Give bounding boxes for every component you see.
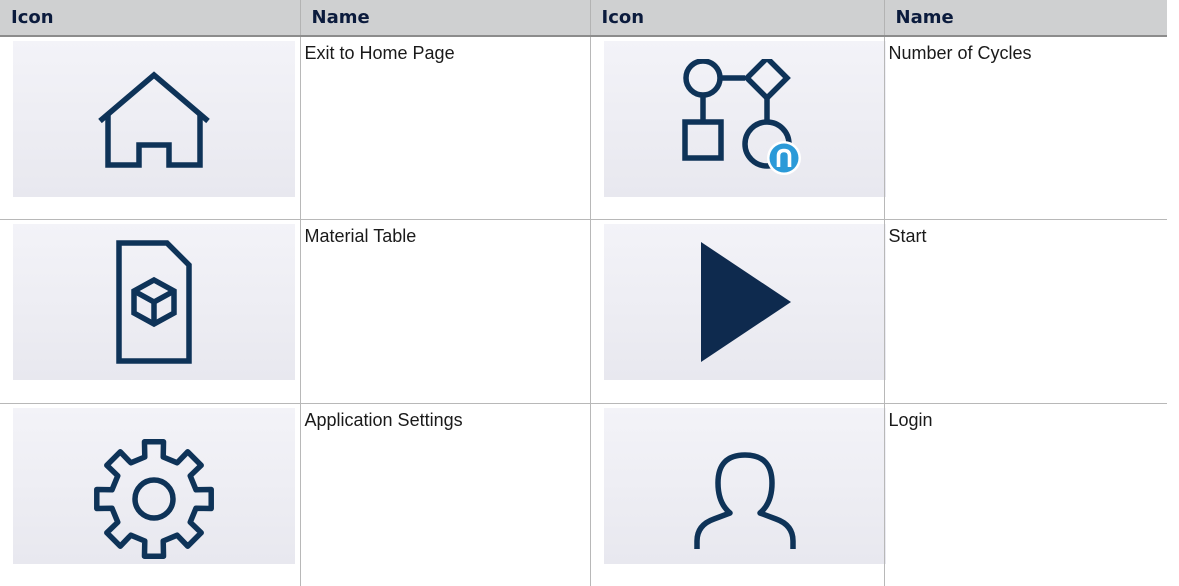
icon-name: Application Settings [300, 404, 590, 586]
header-icon: Icon [590, 0, 884, 36]
number-of-cycles-button[interactable] [604, 41, 886, 197]
material-table-button[interactable] [13, 224, 295, 380]
icon-cell [590, 36, 884, 220]
play-icon [695, 240, 795, 364]
icon-name: Number of Cycles [884, 36, 1167, 220]
header-name: Name [884, 0, 1167, 36]
login-button[interactable] [604, 408, 886, 564]
icon-name: Exit to Home Page [300, 36, 590, 220]
start-button[interactable] [604, 224, 886, 380]
icon-cell [590, 404, 884, 586]
icon-name: Start [884, 220, 1167, 404]
table-header-row: Icon Name Icon Name [0, 0, 1167, 36]
table-row: Application Settings Login [0, 404, 1167, 586]
icon-cell [0, 220, 300, 404]
icon-name: Login [884, 404, 1167, 586]
application-settings-button[interactable] [13, 408, 295, 564]
icon-cell [590, 220, 884, 404]
icon-reference-table: Icon Name Icon Name Exit to Home Page [0, 0, 1167, 586]
icon-cell [0, 36, 300, 220]
home-button[interactable] [13, 41, 295, 197]
user-icon [693, 451, 797, 551]
material-table-icon [114, 240, 194, 364]
icon-name: Material Table [300, 220, 590, 404]
home-icon [94, 69, 214, 169]
header-name: Name [300, 0, 590, 36]
table-row: Material Table Start [0, 220, 1167, 404]
table-row: Exit to Home Page [0, 36, 1167, 220]
gear-icon [90, 435, 218, 563]
number-of-cycles-icon [680, 59, 810, 179]
icon-cell [0, 404, 300, 586]
header-icon: Icon [0, 0, 300, 36]
